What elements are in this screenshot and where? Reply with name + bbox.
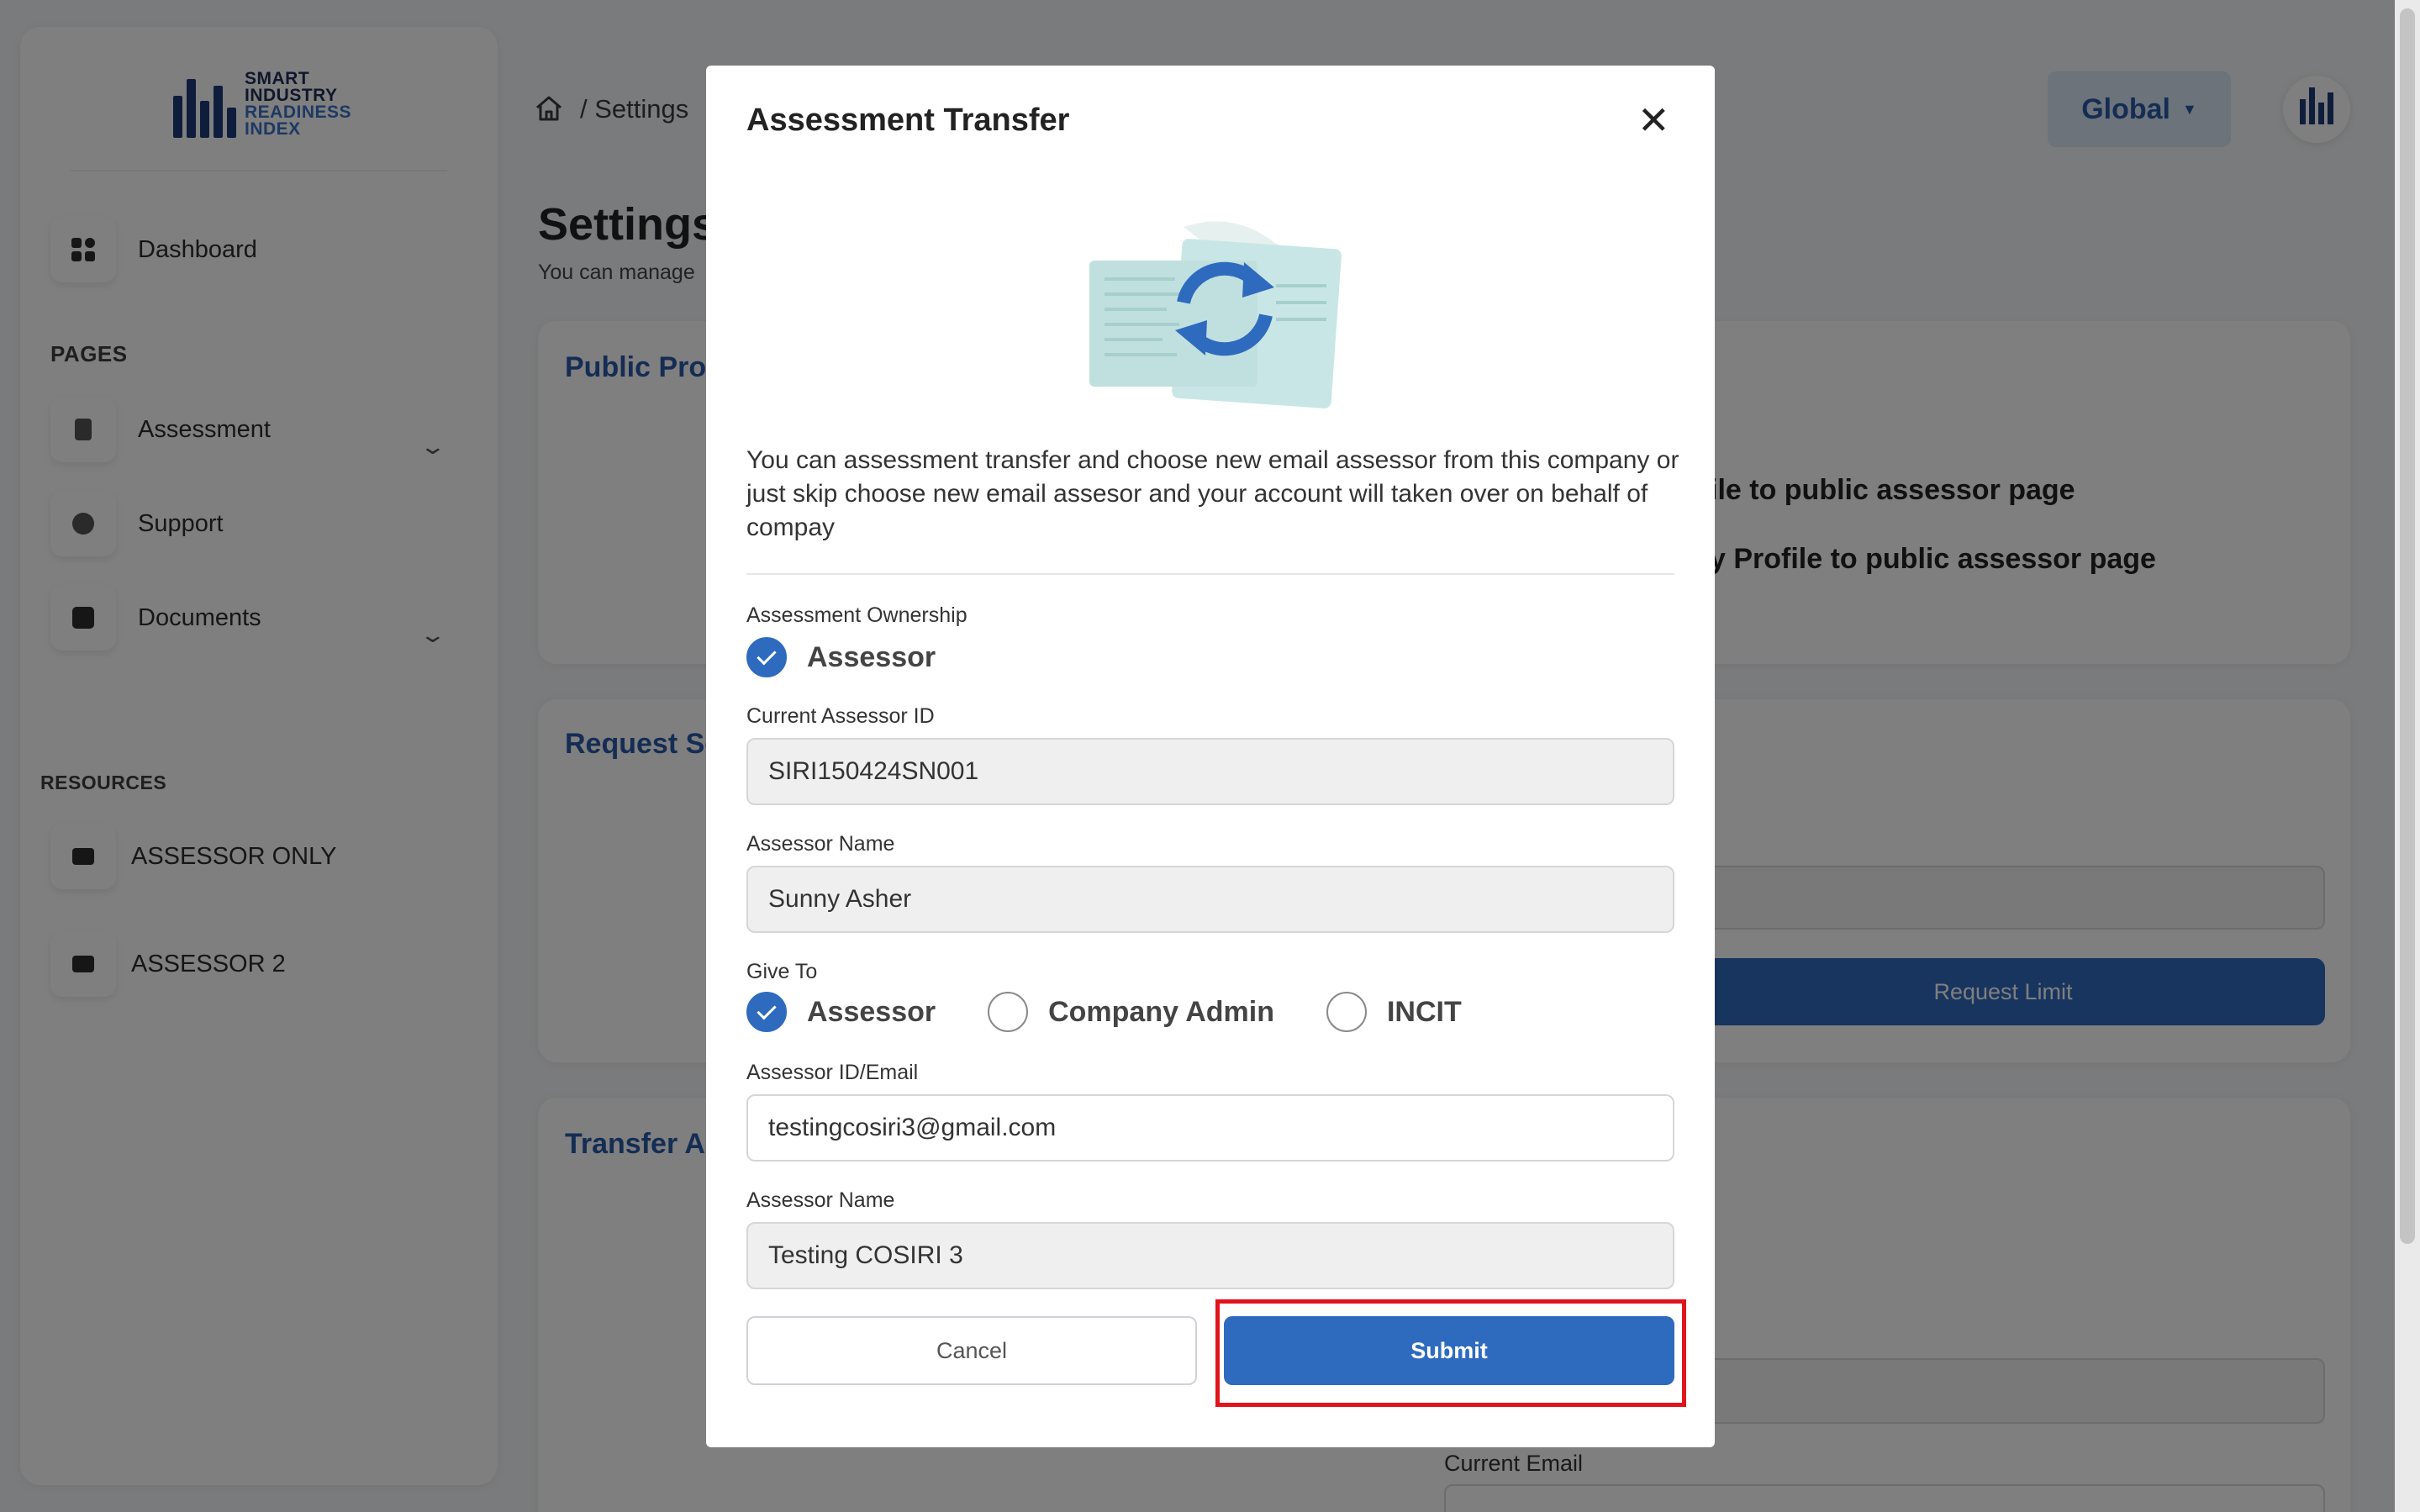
current-assessor-name-field[interactable]: Sunny Asher — [746, 866, 1674, 933]
new-assessor-id-label: Assessor ID/Email — [746, 1061, 919, 1084]
radio-checked-icon[interactable] — [746, 992, 787, 1032]
modal-description: You can assessment transfer and choose n… — [746, 446, 1679, 541]
page-scrollbar[interactable] — [2395, 0, 2420, 1512]
radio-unchecked-icon[interactable] — [988, 992, 1029, 1032]
radio-label: Assessor — [807, 995, 936, 1028]
ownership-radio-group: Assessor — [746, 637, 988, 677]
give-to-option-company-admin[interactable]: Company Admin — [988, 992, 1274, 1032]
close-icon[interactable]: ✕ — [1637, 101, 1670, 140]
modal-title: Assessment Transfer — [746, 103, 1070, 138]
new-assessor-name-field[interactable]: Testing COSIRI 3 — [746, 1222, 1674, 1289]
give-to-option-incit[interactable]: INCIT — [1326, 992, 1462, 1032]
give-to-label: Give To — [746, 960, 818, 983]
ownership-option-assessor[interactable]: Assessor — [746, 637, 936, 677]
ownership-label: Assessment Ownership — [746, 603, 967, 627]
new-assessor-name-label: Assessor Name — [746, 1188, 895, 1212]
current-assessor-id-field[interactable]: SIRI150424SN001 — [746, 738, 1674, 805]
new-assessor-email-input[interactable]: testingcosiri3@gmail.com — [746, 1094, 1674, 1162]
cancel-button[interactable]: Cancel — [746, 1316, 1197, 1385]
transfer-sync-icon — [1089, 221, 1342, 408]
scrollbar-thumb[interactable] — [2400, 8, 2415, 1244]
radio-unchecked-icon[interactable] — [1326, 992, 1367, 1032]
current-id-label: Current Assessor ID — [746, 704, 935, 728]
give-to-radio-group: Assessor Company Admin INCIT — [746, 992, 1514, 1032]
radio-label: INCIT — [1386, 995, 1462, 1028]
radio-label: Assessor — [807, 640, 936, 673]
modal-divider — [746, 573, 1674, 575]
assessor-name-label: Assessor Name — [746, 832, 895, 856]
give-to-option-assessor[interactable]: Assessor — [746, 992, 936, 1032]
radio-label: Company Admin — [1048, 995, 1274, 1028]
radio-checked-icon[interactable] — [746, 637, 787, 677]
submit-button[interactable]: Submit — [1224, 1316, 1674, 1385]
assessment-transfer-modal: Assessment Transfer ✕ You can assessment… — [706, 66, 1715, 1447]
